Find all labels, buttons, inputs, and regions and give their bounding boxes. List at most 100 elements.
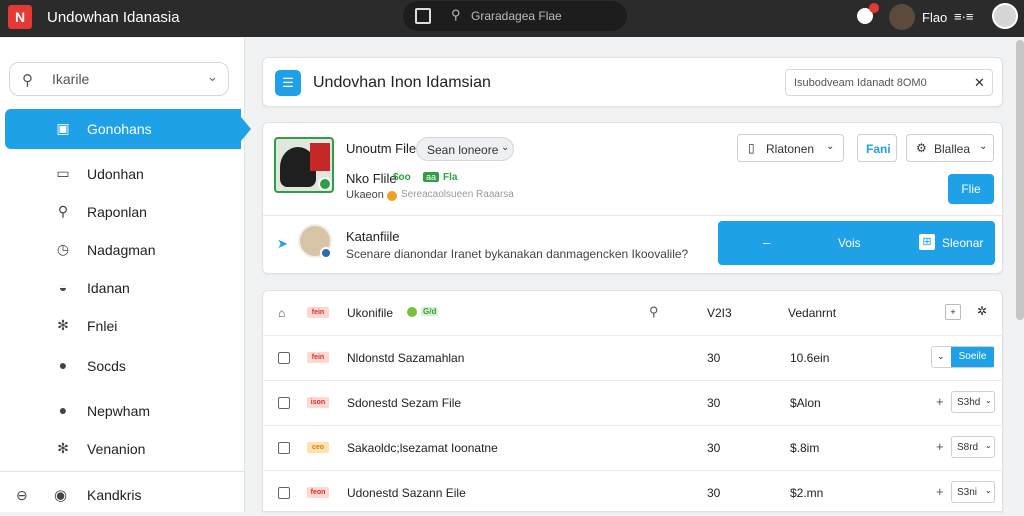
row-action-dropdown[interactable]: ⌄ Soeile	[931, 346, 994, 368]
row-checkbox[interactable]	[278, 397, 290, 409]
image-icon: ▣	[56, 120, 70, 136]
add-icon[interactable]: +	[936, 484, 944, 499]
table-title: Ukonifile	[347, 306, 394, 320]
status-badge: G/d	[421, 307, 439, 316]
sidebar-footer[interactable]: ⊖ ◉ Kandkris	[0, 483, 244, 512]
status-select[interactable]: Sean loneore ⌄	[416, 137, 514, 161]
chevron-down-icon: ⌄	[501, 142, 510, 153]
verified-icon	[318, 177, 332, 191]
table-row[interactable]: feon Udonestd Sazann Eile 30 $2.mn + S3n…	[263, 471, 1004, 516]
table-header-tag: fein	[307, 307, 329, 318]
gear-icon: ⚙	[916, 141, 927, 155]
fai-button-label: Fani	[866, 142, 891, 156]
star-icon[interactable]: ✲	[977, 304, 987, 318]
sidebar-search-label[interactable]: Ikarile	[52, 71, 89, 87]
action-bar[interactable]: – Vois ⊞ Sleonar	[718, 221, 995, 265]
sidebar-item-fnlei[interactable]: ✻ Fnlei	[5, 306, 241, 346]
row-dropdown[interactable]: S3ni ⌄	[951, 481, 995, 503]
chevron-down-icon[interactable]: ⌄	[207, 69, 218, 85]
avatar[interactable]	[298, 224, 332, 259]
top-search-label[interactable]: Graradagea Flae	[471, 9, 562, 23]
top-bar: N Undowhan Idanasia ⚲ Graradagea Flae Fl…	[0, 0, 1024, 37]
row-checkbox[interactable]	[278, 352, 290, 364]
lock-icon[interactable]: ⊖	[16, 487, 28, 504]
notice-button[interactable]: ▯ Rlatonen ⌄	[737, 134, 844, 162]
row-dropdown-label: S3ni	[957, 487, 978, 498]
row-dropdown[interactable]: S8rd ⌄	[951, 436, 995, 458]
sidebar-item-gonohans[interactable]: ▣ Gonohans	[5, 109, 251, 149]
sidebar-item-idanan[interactable]: ◒ Idanan	[5, 268, 241, 308]
sidebar-item-label: Nepwham	[87, 403, 151, 419]
row-dropdown-label: S3hd	[957, 397, 981, 408]
add-icon[interactable]: +	[936, 394, 944, 409]
sub-tag-label: Fla	[443, 172, 458, 183]
arrow-icon[interactable]: ➤	[277, 236, 288, 252]
avatar[interactable]	[889, 4, 915, 30]
sidebar-item-label: Venanion	[87, 441, 146, 457]
meta-note: Sereacaolsueen Raaarsa	[401, 189, 514, 200]
menu-icon[interactable]: ☰	[275, 70, 301, 96]
file-button[interactable]: Flie	[948, 174, 994, 204]
table-row[interactable]: ceo Sakaoldc;lsezamat Ioonatne 30 $.8im …	[263, 426, 1004, 471]
gallery-button[interactable]: ⚙ Blallea ⌄	[906, 134, 994, 162]
row-tag: ison	[307, 397, 329, 408]
gallery-button-label: Blallea	[934, 142, 971, 156]
file-name: Unoutm File	[346, 141, 417, 156]
globe-icon: ●	[58, 357, 68, 373]
table-header: ⌂ fein Ukonifile G/d ⚲ V2I3 Vedanrnt + ✲	[263, 291, 1004, 336]
sub-title: Nko Flile	[346, 171, 397, 186]
sidebar-search[interactable]: ⚲ Ikarile ⌄	[9, 62, 229, 96]
submit-label[interactable]: Sleonar	[942, 236, 983, 250]
contact-name: Katanfiile	[346, 229, 400, 244]
home-icon[interactable]: ⌂	[278, 306, 285, 320]
chevron-down-icon: ⌄	[985, 396, 992, 405]
profile-avatar[interactable]	[992, 3, 1018, 29]
notice-button-label: Rlatonen	[766, 142, 815, 156]
sidebar-item-raponlan[interactable]: ⚲ Raponlan	[5, 192, 241, 232]
profile-card: Unoutm File Sean loneore ⌄ Nko Flile $oo…	[262, 122, 1004, 274]
row-amount: $2.mn	[790, 486, 824, 500]
row-tag: feon	[307, 487, 329, 498]
header-card: ☰ Undovhan Inon Idamsian Isubodveam Idan…	[262, 57, 1003, 107]
chevron-down-icon: ⌄	[985, 441, 992, 450]
search-icon[interactable]: ⚲	[649, 304, 659, 320]
menu-icon[interactable]: ≡·≡	[954, 9, 974, 24]
search-pill[interactable]: ⚲ Graradagea Flae	[403, 1, 627, 31]
add-icon[interactable]: +	[936, 439, 944, 454]
scrollbar[interactable]	[1016, 40, 1024, 320]
chevron-down-icon: ⌄	[985, 486, 992, 495]
row-name: Udonestd Sazann Eile	[347, 486, 466, 500]
info-icon: ●	[58, 402, 68, 418]
thumbnail-shape-red	[310, 143, 330, 171]
document-icon: ▯	[748, 141, 755, 155]
row-dropdown[interactable]: S3hd ⌄	[951, 391, 995, 413]
search-icon: ⚲	[451, 7, 461, 22]
table-row[interactable]: ison Sdonestd Sezam File 30 $Alon + S3hd…	[263, 381, 1004, 426]
user-label[interactable]: Flao	[922, 10, 947, 25]
table-row[interactable]: fein Nldonstd Sazamahlan 30 10.6ein ⌄ So…	[263, 336, 1004, 381]
close-icon[interactable]: ✕	[974, 75, 985, 91]
sidebar-item-udonhan[interactable]: ▭ Udonhan	[5, 154, 241, 194]
row-checkbox[interactable]	[278, 442, 290, 454]
user-circle-icon: ◉	[54, 487, 68, 504]
status-badge: aa	[423, 172, 440, 182]
sidebar-item-label: Idanan	[87, 280, 130, 296]
file-thumbnail[interactable]	[274, 137, 334, 193]
sidebar-item-nepwham[interactable]: ● Nepwham	[5, 391, 241, 431]
chevron-down-icon: ⌄	[937, 351, 945, 361]
document-icon[interactable]	[415, 8, 431, 24]
sidebar-item-nadagman[interactable]: ◷ Nadagman	[5, 230, 241, 270]
row-name: Nldonstd Sazamahlan	[347, 351, 465, 365]
voice-label[interactable]: Vois	[838, 236, 861, 250]
row-amount: 10.6ein	[790, 351, 830, 365]
row-checkbox[interactable]	[278, 487, 290, 499]
search-placeholder: Isubodveam Idanadt 8OM0	[794, 77, 927, 89]
app-title: Undowhan Idanasia	[47, 9, 180, 26]
minus-label[interactable]: –	[763, 235, 770, 250]
sidebar-item-socds[interactable]: ● Socds	[5, 346, 241, 386]
search-input[interactable]: Isubodveam Idanadt 8OM0 ✕	[785, 69, 993, 96]
sidebar-item-venanion[interactable]: ✻ Venanion	[5, 429, 241, 469]
app-logo[interactable]: N	[8, 5, 32, 29]
fai-button[interactable]: Fani	[857, 134, 897, 162]
add-icon[interactable]: +	[945, 304, 961, 320]
